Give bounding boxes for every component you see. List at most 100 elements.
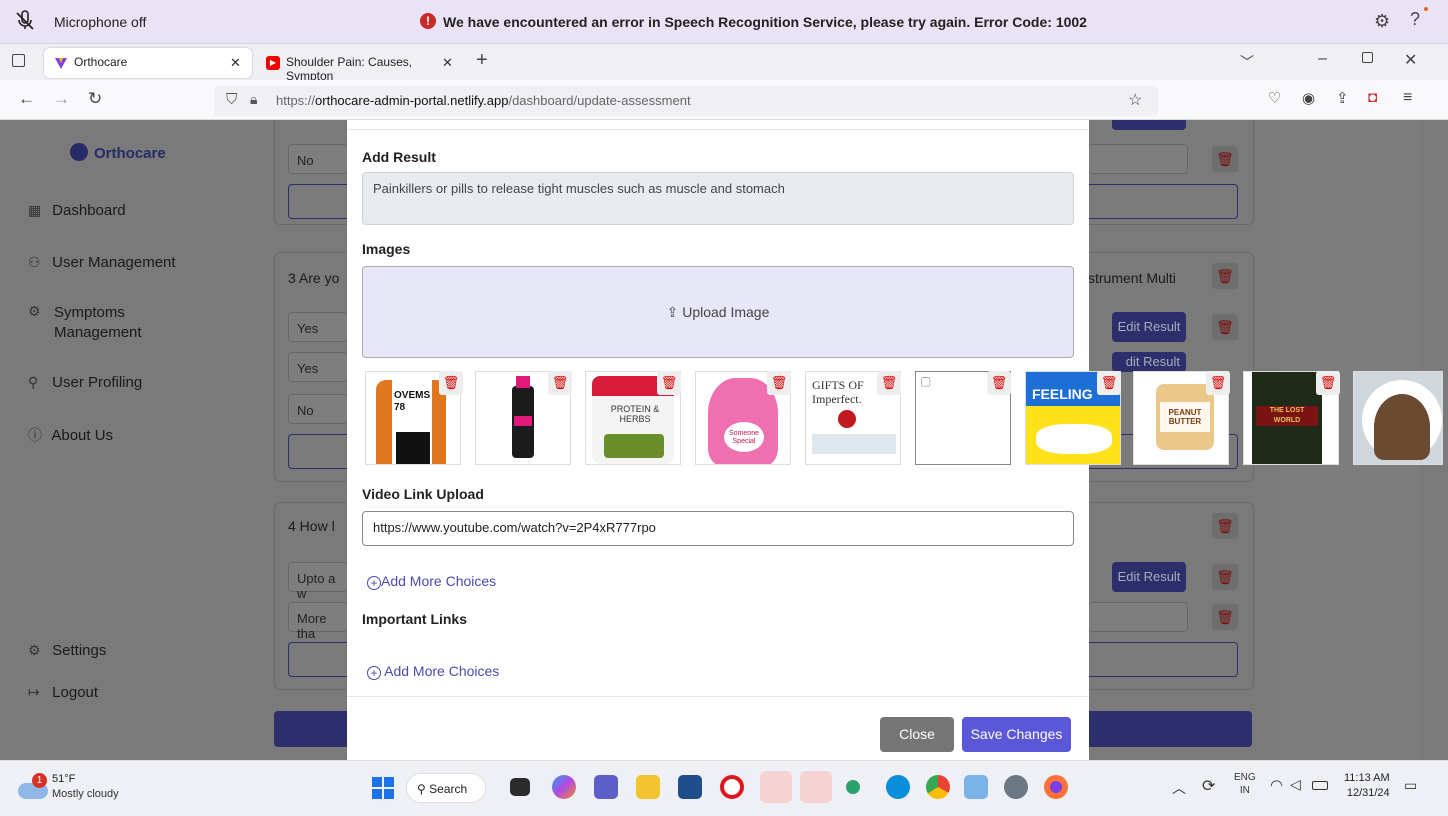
store-icon[interactable] xyxy=(678,775,702,799)
result-textarea[interactable]: Painkillers or pills to release tight mu… xyxy=(362,172,1074,225)
logout-icon: ↦ xyxy=(28,684,40,700)
edit-result-button[interactable] xyxy=(1112,120,1186,130)
restore-icon[interactable] xyxy=(1362,52,1373,63)
upload-label: Upload Image xyxy=(682,304,770,320)
taskbar-search[interactable]: ⚲ Search xyxy=(406,773,486,803)
delete-image-icon[interactable]: 🗑︎ xyxy=(1097,371,1121,395)
firefox-icon[interactable] xyxy=(1044,775,1068,799)
chevron-up-icon[interactable]: ︿ xyxy=(1172,778,1186,798)
copilot-tray-icon[interactable]: ⟳ xyxy=(1202,776,1215,796)
shield-icon[interactable]: ⛉ xyxy=(226,91,237,108)
sidebar-item-label: Symptoms Management xyxy=(54,304,142,341)
sidebar-item-symptoms-management[interactable]: ⚙ Symptoms Management xyxy=(28,303,198,343)
option-field[interactable]: No xyxy=(288,394,348,424)
url-bar[interactable]: ⛉ 🔒︎ https://orthocare-admin-portal.netl… xyxy=(214,86,1158,116)
task-view-icon[interactable] xyxy=(510,778,530,796)
option-field[interactable]: Yes xyxy=(288,352,348,382)
option-field[interactable]: No xyxy=(288,144,348,174)
opera-icon[interactable] xyxy=(720,775,744,799)
sidebar-item-about-us[interactable]: ⓘ About Us xyxy=(28,425,113,445)
delete-option-icon[interactable]: 🗑︎ xyxy=(1212,314,1238,340)
forward-icon[interactable]: → xyxy=(53,89,70,109)
option-field-right[interactable] xyxy=(1088,144,1188,174)
copilot-icon[interactable] xyxy=(552,775,576,799)
brand[interactable]: Orthocare xyxy=(70,143,166,162)
sticky-notes-icon[interactable] xyxy=(800,771,832,803)
reload-icon[interactable]: ↻ xyxy=(88,89,102,109)
upload-image-dropzone[interactable]: ⇪ Upload Image xyxy=(362,266,1074,358)
delete-option-icon[interactable]: 🗑︎ xyxy=(1212,146,1238,172)
delete-image-icon[interactable]: 🗑︎ xyxy=(657,371,681,395)
delete-question-icon[interactable]: 🗑︎ xyxy=(1212,513,1238,539)
edge-icon[interactable] xyxy=(760,771,792,803)
lock-icon[interactable]: 🔒︎ xyxy=(250,91,257,108)
notifications-icon[interactable]: ▭ xyxy=(1404,777,1417,794)
extensions-icon[interactable]: ⇪ xyxy=(1336,89,1349,107)
wifi-icon[interactable]: ◠ xyxy=(1270,776,1283,794)
chrome-icon[interactable] xyxy=(926,775,950,799)
delete-image-icon[interactable]: 🗑︎ xyxy=(548,371,572,395)
delete-image-icon[interactable]: 🗑︎ xyxy=(439,371,463,395)
volume-icon[interactable]: ◁ xyxy=(1290,776,1301,793)
new-tab-icon[interactable]: + xyxy=(476,49,488,72)
back-icon[interactable]: ← xyxy=(18,89,35,109)
save-changes-button[interactable]: Save Changes xyxy=(962,717,1071,752)
option-field[interactable]: Yes xyxy=(288,312,348,342)
delete-image-icon[interactable]: 🗑︎ xyxy=(1206,371,1230,395)
close-window-icon[interactable]: ✕ xyxy=(1404,50,1417,70)
delete-image-icon[interactable]: 🗑︎ xyxy=(877,371,901,395)
sidebar-settings[interactable]: ⚙ Settings xyxy=(28,642,106,659)
add-more-choices-video[interactable]: + Add More Choices xyxy=(367,573,496,590)
account-icon[interactable]: ◉ xyxy=(1302,89,1315,107)
delete-option-icon[interactable]: 🗑︎ xyxy=(1212,604,1238,630)
file-explorer-icon[interactable] xyxy=(636,775,660,799)
close-tab-icon[interactable]: ✕ xyxy=(442,55,453,71)
sidebar-logout[interactable]: ↦ Logout xyxy=(28,684,98,701)
delete-option-icon[interactable]: 🗑︎ xyxy=(1212,564,1238,590)
tab-orthocare[interactable]: Orthocare ✕ xyxy=(44,48,252,78)
important-links-label: Important Links xyxy=(362,611,468,627)
option-field-right[interactable] xyxy=(1088,602,1188,632)
microphone-off-icon[interactable] xyxy=(14,10,36,32)
close-tab-icon[interactable]: ✕ xyxy=(230,55,241,71)
start-windows-icon[interactable] xyxy=(372,777,394,799)
tab-overflow-chevron-icon[interactable]: ﹀ xyxy=(1240,52,1254,72)
delete-image-icon[interactable]: 🗑︎ xyxy=(767,371,791,395)
language-indicator[interactable]: ENG IN xyxy=(1234,771,1256,797)
pocket-icon[interactable]: ♡ xyxy=(1268,89,1281,107)
edit-result-button[interactable]: Edit Result xyxy=(1112,312,1186,342)
clock[interactable]: 11:13 AM 12/31/24 xyxy=(1344,771,1390,801)
close-button[interactable]: Close xyxy=(880,717,954,752)
delete-image-icon[interactable]: 🗑︎ xyxy=(1316,371,1340,395)
tab-list-icon[interactable] xyxy=(12,54,25,67)
paint-icon[interactable] xyxy=(964,775,988,799)
video-link-input[interactable]: https://www.youtube.com/watch?v=2P4xR777… xyxy=(362,511,1074,546)
weather-widget[interactable]: 1 51°F Mostly cloudy xyxy=(18,771,158,807)
sidebar-item-user-profiling[interactable]: ⚲ User Profiling xyxy=(28,374,142,391)
add-more-choices-links[interactable]: + Add More Choices xyxy=(367,663,499,680)
battery-icon[interactable] xyxy=(1312,781,1328,790)
url-text[interactable]: https://orthocare-admin-portal.netlify.a… xyxy=(276,93,691,108)
edit-result-button[interactable]: Edit Result xyxy=(1112,562,1186,592)
sidebar-item-dashboard[interactable]: ▦ Dashboard xyxy=(28,202,126,219)
edit-result-button[interactable]: dit Result xyxy=(1112,352,1186,372)
minimize-icon[interactable]: – xyxy=(1318,50,1327,68)
thumbnail-profile-photo[interactable] xyxy=(1353,371,1443,465)
settings-app-icon[interactable] xyxy=(1004,775,1028,799)
tab-shoulder-pain[interactable]: ▶ Shoulder Pain: Causes, Sympton ✕ xyxy=(256,48,464,83)
option-field[interactable]: More tha xyxy=(288,602,348,641)
delete-question-icon[interactable]: 🗑︎ xyxy=(1212,263,1238,289)
gear-icon[interactable]: ⚙ xyxy=(1374,11,1390,32)
option-field[interactable]: Upto a w xyxy=(288,562,348,601)
voice-access-icon[interactable] xyxy=(846,780,860,794)
help-icon[interactable]: ? xyxy=(1410,9,1420,30)
screenshot-icon[interactable]: ◘ xyxy=(1368,89,1377,106)
menu-icon[interactable]: ≡ xyxy=(1403,89,1412,107)
tab-title: Orthocare xyxy=(74,55,128,69)
skype-icon[interactable] xyxy=(886,775,910,799)
teams-icon[interactable] xyxy=(594,775,618,799)
thumbnail-caption: GIFTS OF Imperfect. xyxy=(812,378,864,406)
sidebar-item-user-management[interactable]: ⚇ User Management xyxy=(28,254,176,271)
delete-image-icon[interactable]: 🗑︎ xyxy=(987,371,1011,395)
bookmark-star-icon[interactable]: ☆ xyxy=(1128,90,1142,110)
